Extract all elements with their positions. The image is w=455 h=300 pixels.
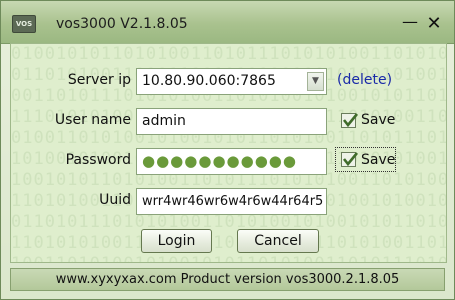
chevron-down-icon[interactable]: ▼	[307, 72, 324, 91]
password-input[interactable]: ●●●●●●●●●●●	[136, 148, 327, 175]
save-username-label: Save	[361, 112, 396, 128]
password-mask: ●●●●●●●●●●●	[142, 152, 297, 170]
checkmark-icon	[342, 113, 358, 128]
login-window: VOS vos3000 V2.1.8.05 — ✕ 01001010110101…	[0, 0, 455, 300]
uuid-input[interactable]: wrr4wr46wr6w4r6w44r64r5	[136, 188, 327, 215]
delete-server-link[interactable]: (delete)	[337, 72, 392, 88]
save-username-checkbox[interactable]	[341, 113, 358, 128]
app-logo-icon: VOS	[12, 15, 36, 33]
checkmark-icon	[342, 152, 358, 167]
login-button[interactable]: Login	[141, 229, 212, 253]
uuid-label: Uuid	[99, 192, 131, 208]
cancel-button[interactable]: Cancel	[237, 229, 319, 253]
close-icon[interactable]: ✕	[424, 14, 444, 34]
status-bar: www.xyxyxax.com Product version vos3000.…	[10, 268, 445, 291]
username-label: User name	[54, 112, 131, 128]
save-password-checkbox[interactable]	[341, 152, 358, 167]
save-password-label: Save	[361, 152, 396, 168]
minimize-icon[interactable]: —	[401, 14, 419, 34]
server-ip-value: 10.80.90.060:7865	[142, 73, 276, 89]
username-input[interactable]: admin	[136, 108, 327, 135]
window-title: vos3000 V2.1.8.05	[56, 16, 188, 32]
title-bar[interactable]: VOS vos3000 V2.1.8.05 — ✕	[1, 1, 454, 44]
password-label: Password	[65, 152, 131, 168]
server-ip-label: Server ip	[67, 72, 131, 88]
server-ip-combo[interactable]: 10.80.90.060:7865 ▼	[136, 68, 327, 95]
